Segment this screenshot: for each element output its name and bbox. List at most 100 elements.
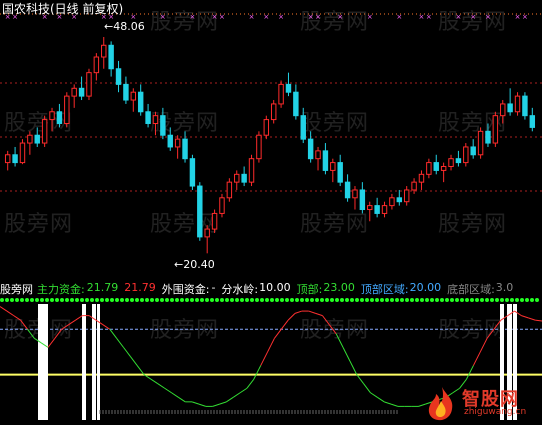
candle-body <box>34 134 40 144</box>
indicator-segment <box>68 319 76 326</box>
foreign-fund-value: - <box>211 281 216 294</box>
green-dot <box>160 298 164 302</box>
candle-body <box>492 115 499 144</box>
green-dot <box>295 298 299 302</box>
green-dot <box>225 298 229 302</box>
green-dot <box>450 298 454 302</box>
pink-mark: × <box>219 13 225 21</box>
candle-body <box>189 158 196 187</box>
indicator-segment <box>6 310 14 317</box>
green-dot <box>425 298 429 302</box>
logo-url: zhiguwang.cn <box>464 407 527 417</box>
candle-body <box>418 173 425 183</box>
candle-body <box>56 111 63 124</box>
candle-body <box>411 181 417 191</box>
green-dot <box>475 298 479 302</box>
indicator-segment <box>198 403 206 407</box>
green-dot <box>285 298 289 302</box>
green-dot <box>190 298 194 302</box>
indicator-segment <box>370 392 378 398</box>
green-dot <box>325 298 329 302</box>
green-dot <box>0 298 4 302</box>
low-value: 20.40 <box>183 258 215 271</box>
candle-body <box>426 162 432 175</box>
green-dot <box>300 298 304 302</box>
pink-mark: × <box>249 13 255 21</box>
pink-mark: × <box>419 13 425 21</box>
indicator-segment <box>0 306 8 312</box>
green-dot <box>370 298 374 302</box>
green-dot <box>515 298 519 302</box>
green-dot <box>335 298 339 302</box>
candle-body <box>167 134 173 148</box>
candle-body <box>115 68 122 85</box>
candle-body <box>49 111 55 121</box>
candle-body <box>241 173 247 183</box>
green-dot <box>275 298 279 302</box>
green-dot <box>365 298 369 302</box>
green-dot <box>500 298 504 302</box>
indicator-segment <box>61 324 69 330</box>
candle-body <box>41 119 48 144</box>
signal-bar-1 <box>38 304 48 420</box>
green-dot <box>220 298 224 302</box>
green-dot <box>510 298 514 302</box>
green-dot <box>310 298 314 302</box>
signal-bar-3 <box>92 304 96 420</box>
candle-body <box>86 72 92 97</box>
green-dot <box>45 298 49 302</box>
candle-body <box>433 162 439 171</box>
green-dot <box>410 298 414 302</box>
indicator-segment <box>390 403 399 407</box>
candle-body <box>293 91 299 117</box>
indicator-segment <box>178 396 186 403</box>
green-dot <box>495 298 499 302</box>
candle-body <box>403 189 410 203</box>
green-dot <box>420 298 424 302</box>
candle-body <box>463 146 469 164</box>
pink-mark: × <box>522 13 528 21</box>
green-dot <box>165 298 169 302</box>
indicator-segment <box>13 315 21 321</box>
candle-body <box>455 158 462 164</box>
indicator-segment <box>267 338 275 353</box>
bottom-zone-value: 3.0 <box>495 281 514 294</box>
candle-body <box>359 189 366 211</box>
indicator-segment <box>150 378 159 385</box>
green-dot <box>400 298 404 302</box>
green-dot <box>115 298 119 302</box>
candle-body <box>507 103 513 113</box>
green-dot <box>350 298 354 302</box>
candle-body <box>396 197 403 203</box>
green-dot <box>10 298 14 302</box>
candle-body <box>19 142 26 164</box>
high-annotation: ←48.06 <box>104 20 145 33</box>
candle-body <box>226 181 233 199</box>
candle-body <box>108 44 114 70</box>
green-dot <box>60 298 64 302</box>
price-chart-svg: × × × × × × × × × × × × × × × × × × × × × × × × × × × <box>0 13 542 420</box>
green-dot <box>5 298 9 302</box>
candle-body <box>248 158 255 183</box>
indicator-name: 股旁网 <box>0 283 33 296</box>
candle-body <box>352 189 358 199</box>
candle-body <box>197 185 203 238</box>
green-dot <box>175 298 179 302</box>
green-dot <box>210 298 214 302</box>
green-dot <box>530 298 534 302</box>
candle-body <box>448 158 454 168</box>
candle-body <box>4 154 11 164</box>
green-dot <box>280 298 284 302</box>
green-dot <box>520 298 524 302</box>
green-dot <box>415 298 419 302</box>
green-dot <box>460 298 464 302</box>
indicator-segment <box>287 312 296 321</box>
indicator-segment <box>20 319 28 330</box>
candle-body <box>78 87 85 97</box>
indicator-segment <box>47 338 56 348</box>
green-dot <box>170 298 174 302</box>
green-dot <box>465 298 469 302</box>
candle-body <box>145 111 151 124</box>
green-dot <box>70 298 74 302</box>
candle-body <box>470 146 476 156</box>
